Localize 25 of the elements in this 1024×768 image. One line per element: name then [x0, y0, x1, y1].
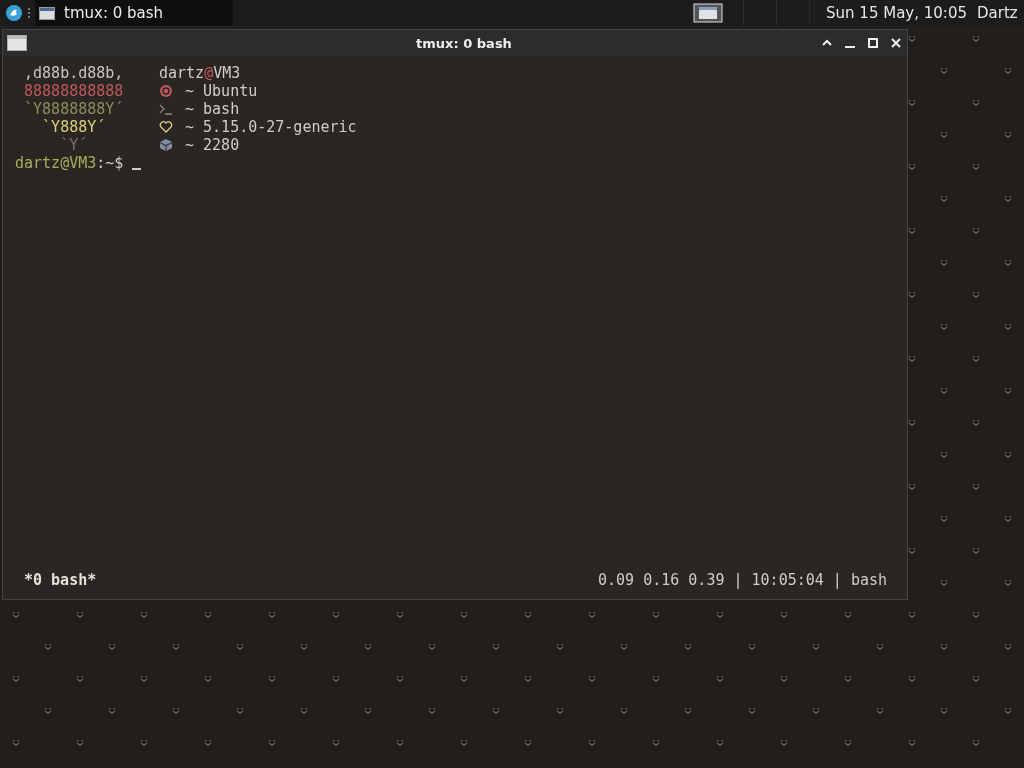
user-name[interactable]: Dartz: [977, 4, 1024, 22]
prompt-text: dartz@VM3: [15, 154, 97, 172]
ascii-art-line: 88888888888: [23, 82, 125, 100]
window-icon: [39, 6, 55, 20]
cursor: [132, 168, 142, 170]
ascii-art-line: `Y´: [59, 136, 89, 154]
ascii-art-line: `Y8888888Y´: [23, 100, 125, 118]
close-icon[interactable]: [890, 37, 902, 49]
status-info: 0.09 0.16 0.39 | 10:05:04 | bash: [598, 571, 887, 589]
window-title: tmux: 0 bash: [415, 35, 513, 51]
tmux-window-tab[interactable]: *0 bash*: [24, 571, 97, 589]
desktop-switcher-icon[interactable]: [693, 3, 724, 23]
info-text: ~ 5.15.0-27-generic: [185, 118, 357, 136]
prompt-path: :~$: [96, 154, 124, 172]
launcher-icon[interactable]: [5, 4, 23, 22]
clock[interactable]: Sun 15 May, 10:05: [826, 4, 967, 22]
info-text: ~ bash: [185, 100, 240, 118]
info-text: ~ 2280: [185, 136, 240, 154]
user-host-text: dartz@VM3: [159, 64, 242, 82]
panel-grip-icon: [27, 7, 31, 19]
maximize-icon[interactable]: [867, 37, 879, 49]
taskbar-button[interactable]: tmux: 0 bash: [35, 0, 233, 26]
info-text: ~ Ubuntu: [185, 82, 258, 100]
ascii-art-line: `Y888Y´: [41, 118, 107, 136]
ascii-art-line: ,d88b.d88b,: [23, 64, 125, 82]
